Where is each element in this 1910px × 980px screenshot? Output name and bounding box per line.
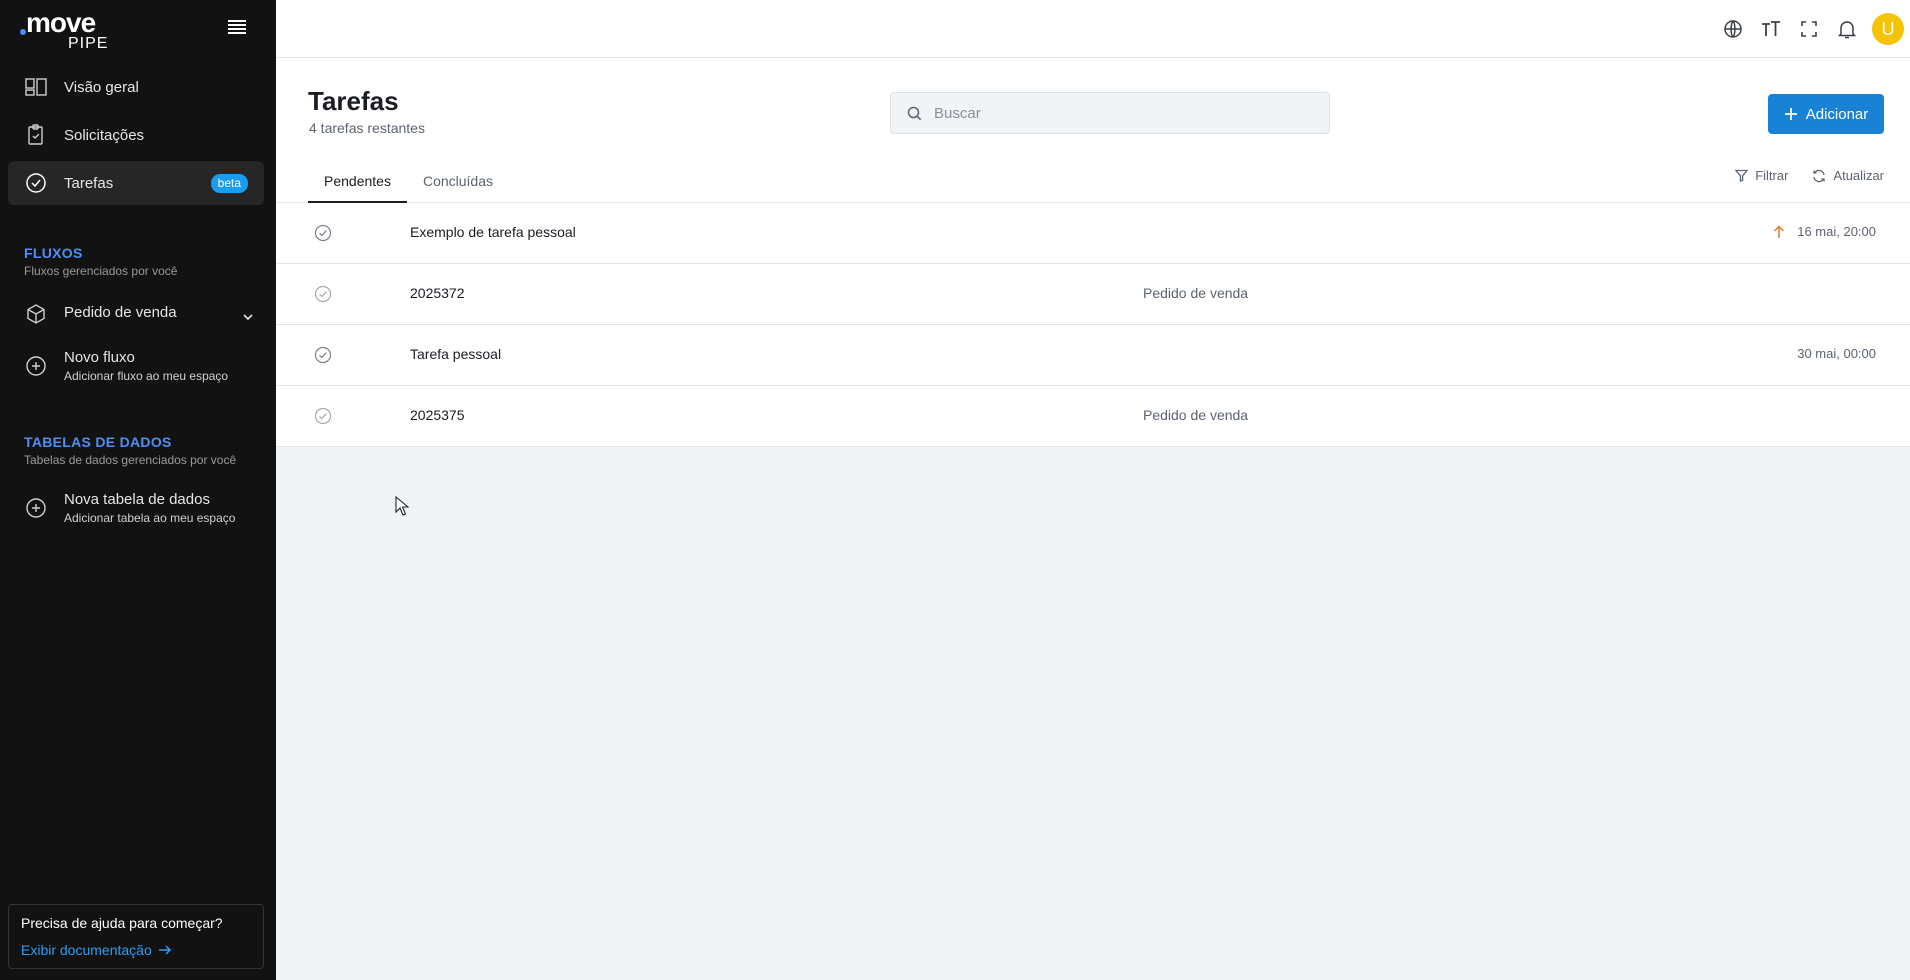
search-input[interactable] — [934, 104, 1314, 122]
plus-icon — [1784, 108, 1797, 120]
task-flow: Pedido de venda — [1143, 407, 1249, 423]
task-due-date: 30 mai, 00:00 — [1797, 346, 1876, 361]
logo-brand: move — [26, 7, 96, 38]
page-header: Tarefas 4 tarefas restantes Adicionar Pe… — [276, 58, 1910, 203]
new-table-button[interactable]: Nova tabela de dados Adicionar tabela ao… — [8, 490, 264, 526]
filter-button[interactable]: Filtrar — [1735, 168, 1788, 183]
new-flow-title: Novo fluxo — [64, 349, 135, 366]
bell-icon[interactable] — [1828, 10, 1866, 48]
table-row[interactable]: 2025372 Pedido de venda — [276, 264, 1910, 325]
top-bar: U — [276, 0, 1910, 58]
task-name: 2025372 — [410, 285, 465, 301]
refresh-button[interactable]: Atualizar — [1812, 168, 1884, 183]
task-name: 2025375 — [410, 407, 465, 423]
task-due-date: 16 mai, 20:00 — [1797, 224, 1876, 239]
task-due: 16 mai, 20:00 — [1773, 224, 1876, 239]
globe-icon[interactable] — [1714, 10, 1752, 48]
docs-link-label: Exibir documentação — [21, 942, 152, 958]
refresh-icon — [1813, 169, 1826, 182]
sidebar-item-label: Visão geral — [64, 78, 139, 96]
beta-badge: beta — [210, 174, 248, 193]
new-table-subtitle: Adicionar tabela ao meu espaço — [64, 511, 236, 525]
docs-link[interactable]: Exibir documentação — [21, 942, 172, 958]
cube-icon — [24, 302, 48, 326]
mouse-cursor-icon — [395, 495, 410, 520]
tables-section-subtitle: Tabelas de dados gerenciados por você — [24, 453, 237, 467]
flows-section-subtitle: Fluxos gerenciados por você — [24, 264, 178, 278]
filter-label: Filtrar — [1755, 168, 1789, 183]
sidebar-item-label: Solicitações — [64, 126, 145, 144]
refresh-label: Atualizar — [1833, 168, 1884, 183]
complete-task-checkbox[interactable] — [314, 224, 332, 242]
add-button[interactable]: Adicionar — [1768, 94, 1884, 134]
check-circle-icon — [24, 171, 48, 195]
complete-task-checkbox[interactable] — [314, 285, 332, 303]
sidebar: move PIPE Visão geral Solicitações Taref… — [0, 0, 276, 980]
new-flow-button[interactable]: Novo fluxo Adicionar fluxo ao meu espaço — [8, 348, 264, 384]
flows-section-title: FLUXOS — [24, 245, 83, 261]
sidebar-item-solicitacoes[interactable]: Solicitações — [8, 113, 264, 157]
clipboard-icon — [24, 123, 48, 147]
task-due: 30 mai, 00:00 — [1797, 346, 1876, 361]
complete-task-checkbox[interactable] — [314, 407, 332, 425]
search-icon — [907, 106, 922, 121]
sidebar-item-label: Tarefas — [64, 174, 114, 192]
text-size-icon[interactable] — [1752, 10, 1790, 48]
chevron-down-icon[interactable] — [242, 308, 254, 325]
complete-task-checkbox[interactable] — [314, 346, 332, 364]
list-tools: Filtrar Atualizar — [1735, 168, 1884, 183]
avatar[interactable]: U — [1872, 13, 1904, 45]
page-subtitle: 4 tarefas restantes — [309, 120, 425, 136]
logo-sub: PIPE — [68, 35, 109, 52]
table-row[interactable]: Tarefa pessoal 30 mai, 00:00 — [276, 325, 1910, 386]
fullscreen-icon[interactable] — [1790, 10, 1828, 48]
tab-concluidas[interactable]: Concluídas — [407, 160, 509, 203]
add-button-label: Adicionar — [1805, 105, 1869, 123]
tables-section-title: TABELAS DE DADOS — [24, 434, 172, 450]
task-name: Exemplo de tarefa pessoal — [410, 224, 576, 240]
plus-circle-icon — [24, 496, 48, 520]
new-table-title: Nova tabela de dados — [64, 491, 210, 508]
filter-icon — [1735, 169, 1749, 182]
plus-circle-icon — [24, 354, 48, 378]
page-title: Tarefas — [308, 86, 399, 116]
flow-item-pedido-de-venda[interactable]: Pedido de venda — [8, 302, 264, 326]
task-list: Exemplo de tarefa pessoal 16 mai, 20:00 … — [276, 203, 1910, 447]
dashboard-icon — [24, 75, 48, 99]
movepipe-logo[interactable]: move PIPE — [20, 7, 110, 52]
table-row[interactable]: 2025375 Pedido de venda — [276, 386, 1910, 447]
help-box: Precisa de ajuda para começar? Exibir do… — [8, 904, 264, 969]
search-box[interactable] — [890, 92, 1330, 134]
sidebar-item-tarefas[interactable]: Tarefas beta — [8, 161, 264, 205]
arrow-up-icon — [1774, 224, 1785, 238]
new-flow-subtitle: Adicionar fluxo ao meu espaço — [64, 369, 229, 383]
tabs: Pendentes Concluídas — [308, 160, 509, 203]
table-row[interactable]: Exemplo de tarefa pessoal 16 mai, 20:00 — [276, 203, 1910, 264]
task-flow: Pedido de venda — [1143, 285, 1249, 301]
sidebar-item-visao-geral[interactable]: Visão geral — [8, 65, 264, 109]
menu-icon[interactable] — [228, 20, 246, 36]
flow-title: Pedido de venda — [64, 304, 177, 321]
tab-pendentes[interactable]: Pendentes — [308, 160, 407, 203]
task-name: Tarefa pessoal — [410, 346, 502, 362]
help-question: Precisa de ajuda para começar? — [21, 915, 223, 931]
arrow-right-icon — [158, 945, 171, 955]
